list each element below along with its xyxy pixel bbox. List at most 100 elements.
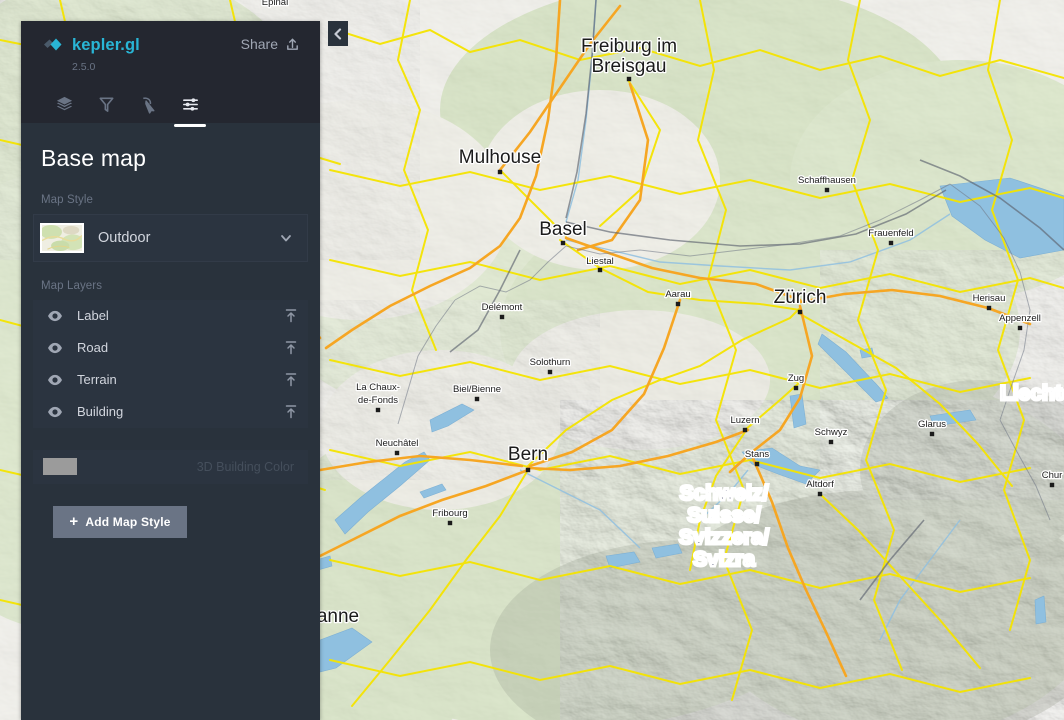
- map-place-label: Zürich: [774, 287, 827, 308]
- building-color-label: 3D Building Color: [196, 459, 294, 474]
- funnel-filter-icon: [97, 95, 116, 114]
- map-place-label: Luzern: [730, 415, 759, 426]
- city-dot: [394, 450, 400, 456]
- map-place-label: Mulhouse: [459, 147, 541, 168]
- kepler-gl-app: Épinal Freiburg im Breisgau Mulhouse Basel Li…: [0, 0, 1064, 720]
- map-layer-row-terrain[interactable]: Terrain: [33, 364, 308, 396]
- chevron-left-icon: [333, 27, 343, 40]
- map-style-thumbnail: [40, 222, 84, 253]
- eye-visible-icon[interactable]: [47, 340, 63, 356]
- move-to-top-icon[interactable]: [284, 372, 298, 387]
- map-place-label: Freiburg im: [581, 36, 677, 57]
- map-layer-row-building[interactable]: Building: [33, 396, 308, 428]
- map-country-label: Suisse/: [687, 504, 761, 527]
- map-layer-label: Building: [77, 404, 124, 419]
- city-dot: [797, 309, 803, 315]
- city-dot: [675, 301, 681, 307]
- map-place-label: Biel/Bienne: [453, 384, 501, 395]
- map-place-label: Solothurn: [530, 357, 571, 368]
- city-dot: [828, 439, 834, 445]
- map-place-label: Basel: [539, 219, 587, 240]
- map-place-label: Aarau: [665, 289, 690, 300]
- city-dot: [474, 396, 480, 402]
- city-dot: [1017, 325, 1023, 331]
- tab-filters[interactable]: [85, 87, 127, 123]
- map-place-label: Breisgau: [592, 56, 667, 77]
- map-place-label: Frauenfeld: [868, 228, 913, 239]
- map-place-label: Épinal: [262, 0, 288, 8]
- building-color-swatch[interactable]: [43, 458, 77, 475]
- panel-tabs: [41, 87, 300, 127]
- tab-basemap[interactable]: [169, 87, 211, 127]
- map-style-value: Outdoor: [98, 229, 151, 246]
- cursor-pointer-icon: [139, 95, 158, 114]
- city-dot: [754, 461, 760, 467]
- city-dot: [929, 431, 935, 437]
- map-place-label: Schaffhausen: [798, 175, 856, 186]
- map-layer-row-label[interactable]: Label: [33, 300, 308, 332]
- add-map-style-label: Add Map Style: [85, 514, 171, 529]
- move-to-top-icon[interactable]: [284, 340, 298, 355]
- city-dot: [499, 314, 505, 320]
- city-dot: [986, 305, 992, 311]
- map-style-selector[interactable]: Outdoor: [33, 213, 308, 262]
- map-place-label: La Chaux-: [356, 382, 400, 393]
- map-place-label: Liestal: [586, 256, 613, 267]
- plus-icon: +: [69, 513, 79, 530]
- map-place-label: Schwyz: [815, 427, 848, 438]
- map-layers-list: Label Road Terrain Building: [33, 299, 308, 428]
- map-place-label: Herisau: [973, 293, 1006, 304]
- tab-layers[interactable]: [43, 87, 85, 123]
- map-place-label: Chur: [1042, 470, 1063, 481]
- city-dot: [888, 240, 894, 246]
- map-place-label: Stans: [745, 449, 770, 460]
- share-button[interactable]: Share: [241, 35, 300, 52]
- city-dot: [626, 76, 632, 82]
- map-place-label: Delémont: [482, 302, 523, 313]
- share-upload-icon: [285, 37, 300, 52]
- share-label: Share: [240, 36, 278, 52]
- map-place-label: Fribourg: [432, 508, 467, 519]
- map-layer-label: Label: [77, 308, 109, 323]
- city-dot: [560, 240, 566, 246]
- city-dot: [824, 187, 830, 193]
- city-dot: [497, 169, 503, 175]
- map-place-label: Appenzell: [999, 313, 1041, 324]
- eye-visible-icon[interactable]: [47, 308, 63, 324]
- map-place-label: Altdorf: [806, 479, 834, 490]
- app-version: 2.5.0: [72, 61, 96, 73]
- city-dot: [597, 267, 603, 273]
- map-place-label: Bern: [508, 444, 548, 465]
- map-style-section-label: Map Style: [41, 193, 94, 206]
- panel-header: kepler.gl Share 2.5.0: [21, 21, 320, 127]
- map-layer-label: Road: [77, 340, 109, 355]
- collapse-panel-button[interactable]: [328, 21, 348, 46]
- eye-visible-icon[interactable]: [47, 372, 63, 388]
- map-place-label: anne: [317, 606, 359, 627]
- map-country-label: Schweiz/: [680, 482, 769, 505]
- city-dot: [447, 520, 453, 526]
- map-place-label: Zug: [788, 373, 804, 384]
- city-dot: [375, 407, 381, 413]
- building-color-row[interactable]: 3D Building Color: [33, 449, 308, 484]
- tab-interactions[interactable]: [127, 87, 169, 123]
- map-place-label: Glarus: [918, 419, 946, 430]
- brand-name: kepler.gl: [72, 35, 140, 54]
- add-map-style-button[interactable]: + Add Map Style: [53, 505, 187, 538]
- city-dot: [817, 491, 823, 497]
- layers-stack-icon: [55, 95, 74, 114]
- side-panel: kepler.gl Share 2.5.0 Base map Map Style…: [21, 21, 320, 720]
- move-to-top-icon[interactable]: [284, 308, 298, 323]
- sliders-icon: [181, 95, 200, 114]
- brand-row: kepler.gl Share: [41, 35, 300, 61]
- brand-left: kepler.gl: [41, 35, 140, 55]
- map-country-label: Svizra: [693, 548, 755, 571]
- eye-visible-icon[interactable]: [47, 404, 63, 420]
- city-dot: [742, 427, 748, 433]
- city-dot: [547, 369, 553, 375]
- move-to-top-icon[interactable]: [284, 404, 298, 419]
- map-layer-row-road[interactable]: Road: [33, 332, 308, 364]
- map-region-label: Liechte: [1000, 382, 1064, 405]
- map-layer-label: Terrain: [77, 372, 117, 387]
- city-dot: [1049, 482, 1055, 488]
